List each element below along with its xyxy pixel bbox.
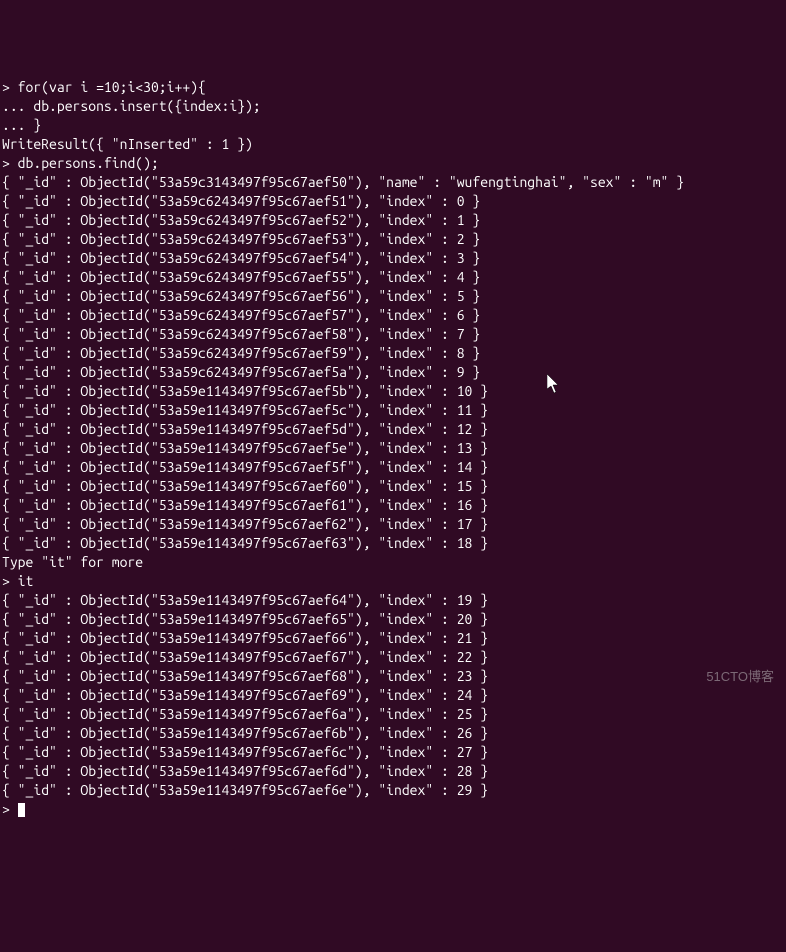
result-row: { "_id" : ObjectId("53a59c6243497f95c67a… — [2, 211, 784, 230]
command-line: > it — [2, 572, 784, 591]
cursor — [18, 803, 25, 817]
write-result: WriteResult({ "nInserted" : 1 }) — [2, 135, 784, 154]
command-line: > db.persons.find(); — [2, 154, 784, 173]
result-row: { "_id" : ObjectId("53a59e1143497f95c67a… — [2, 534, 784, 553]
result-row: { "_id" : ObjectId("53a59e1143497f95c67a… — [2, 781, 784, 800]
result-row: { "_id" : ObjectId("53a59e1143497f95c67a… — [2, 515, 784, 534]
terminal-output[interactable]: > for(var i =10;i<30;i++){... db.persons… — [2, 78, 784, 819]
result-row: { "_id" : ObjectId("53a59e1143497f95c67a… — [2, 439, 784, 458]
result-row: { "_id" : ObjectId("53a59e1143497f95c67a… — [2, 591, 784, 610]
input-line: ... db.persons.insert({index:i}); — [2, 97, 784, 116]
result-row: { "_id" : ObjectId("53a59e1143497f95c67a… — [2, 762, 784, 781]
input-line: > for(var i =10;i<30;i++){ — [2, 78, 784, 97]
result-row: { "_id" : ObjectId("53a59c6243497f95c67a… — [2, 344, 784, 363]
result-row: { "_id" : ObjectId("53a59e1143497f95c67a… — [2, 458, 784, 477]
result-row: { "_id" : ObjectId("53a59c6243497f95c67a… — [2, 363, 784, 382]
result-row: { "_id" : ObjectId("53a59e1143497f95c67a… — [2, 382, 784, 401]
result-row: { "_id" : ObjectId("53a59c6243497f95c67a… — [2, 249, 784, 268]
result-row: { "_id" : ObjectId("53a59e1143497f95c67a… — [2, 401, 784, 420]
result-row: { "_id" : ObjectId("53a59e1143497f95c67a… — [2, 610, 784, 629]
result-row: { "_id" : ObjectId("53a59e1143497f95c67a… — [2, 477, 784, 496]
result-row: { "_id" : ObjectId("53a59e1143497f95c67a… — [2, 420, 784, 439]
result-row: { "_id" : ObjectId("53a59c6243497f95c67a… — [2, 306, 784, 325]
result-row: { "_id" : ObjectId("53a59e1143497f95c67a… — [2, 667, 784, 686]
result-row: { "_id" : ObjectId("53a59c6243497f95c67a… — [2, 192, 784, 211]
input-line: ... } — [2, 116, 784, 135]
result-row: { "_id" : ObjectId("53a59e1143497f95c67a… — [2, 629, 784, 648]
result-row: { "_id" : ObjectId("53a59e1143497f95c67a… — [2, 705, 784, 724]
result-row: { "_id" : ObjectId("53a59c6243497f95c67a… — [2, 325, 784, 344]
result-row: { "_id" : ObjectId("53a59e1143497f95c67a… — [2, 743, 784, 762]
result-row: { "_id" : ObjectId("53a59e1143497f95c67a… — [2, 496, 784, 515]
result-row: { "_id" : ObjectId("53a59c3143497f95c67a… — [2, 173, 784, 192]
result-row: { "_id" : ObjectId("53a59c6243497f95c67a… — [2, 230, 784, 249]
watermark: 51CTO博客 — [706, 667, 774, 686]
result-row: { "_id" : ObjectId("53a59c6243497f95c67a… — [2, 268, 784, 287]
type-it-hint: Type "it" for more — [2, 553, 784, 572]
result-row: { "_id" : ObjectId("53a59c6243497f95c67a… — [2, 287, 784, 306]
prompt-line: > — [2, 800, 784, 819]
result-row: { "_id" : ObjectId("53a59e1143497f95c67a… — [2, 648, 784, 667]
result-row: { "_id" : ObjectId("53a59e1143497f95c67a… — [2, 724, 784, 743]
